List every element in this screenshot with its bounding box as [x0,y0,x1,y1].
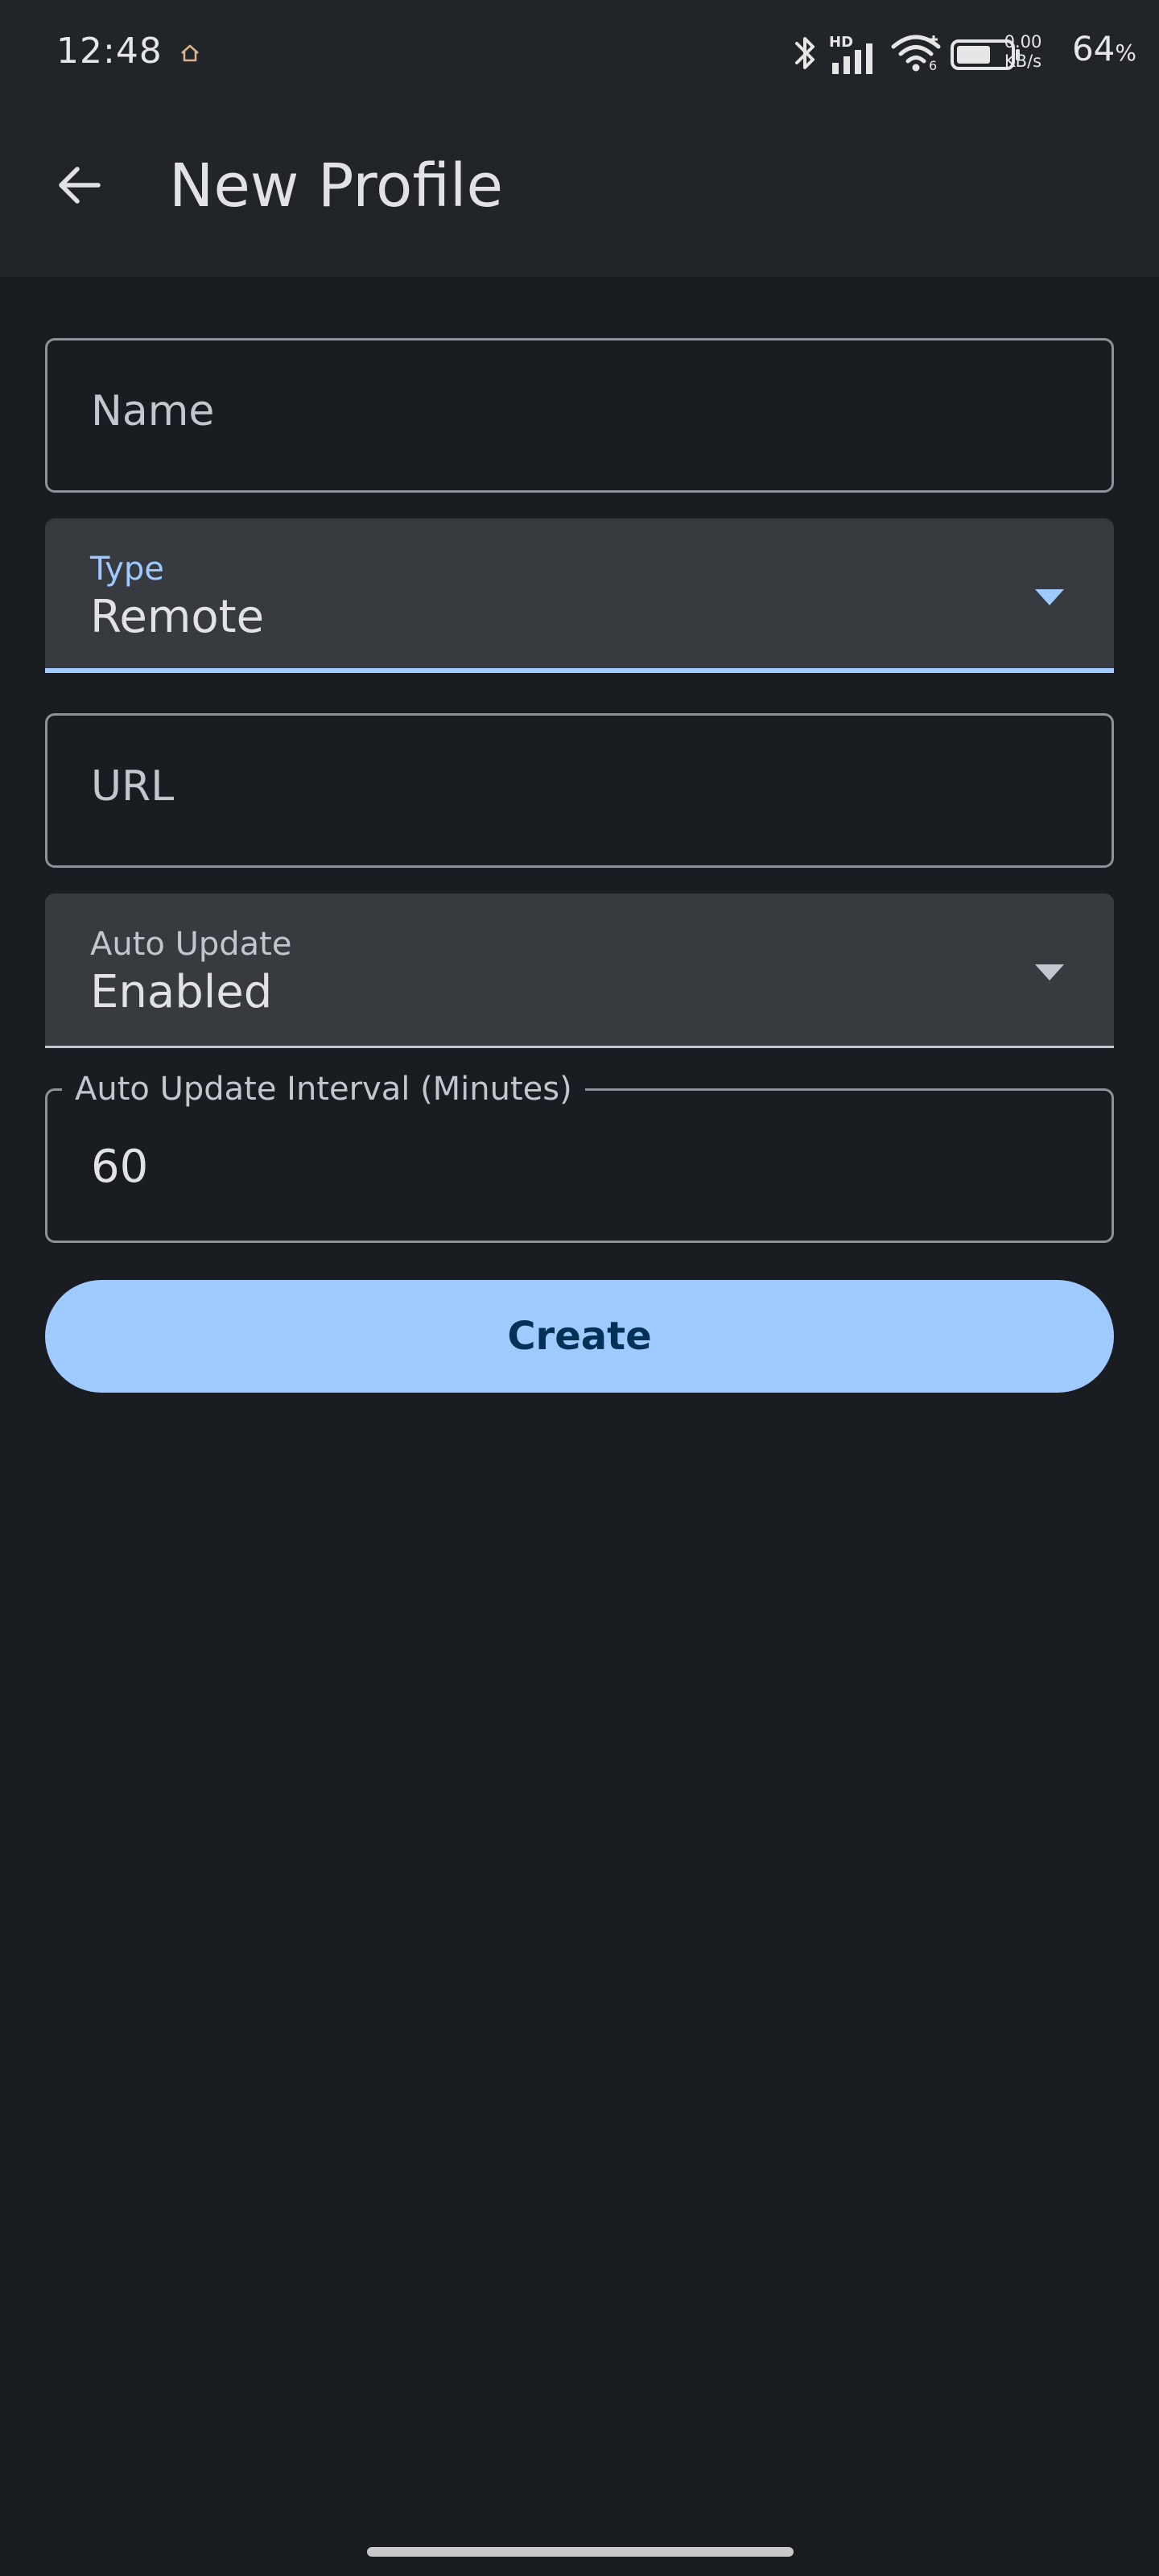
create-button[interactable]: Create [45,1280,1114,1393]
battery-percent: 64% [1046,29,1159,68]
interval-value: 60 [91,1141,149,1193]
url-placeholder: URL [91,762,175,811]
url-field[interactable]: URL [45,713,1114,868]
type-label: Type [90,551,164,588]
gesture-navigation-handle[interactable] [367,2547,794,2557]
bluetooth-icon [795,37,815,69]
page-title: New Profile [169,151,504,221]
home-icon [181,44,199,62]
signal-icon [832,43,872,74]
auto-update-value: Enabled [90,966,273,1018]
battery-percent-sign: % [1115,39,1136,66]
auto-update-underline [45,1046,1114,1048]
back-button[interactable] [48,155,109,216]
name-placeholder: Name [91,387,215,436]
interval-label: Auto Update Interval (Minutes) [62,1068,585,1110]
type-select[interactable]: Type Remote [45,518,1114,673]
auto-update-select[interactable]: Auto Update Enabled [45,894,1114,1048]
battery-icon [951,39,1020,70]
arrow-back-icon [59,167,101,204]
dropdown-arrow-icon [1035,964,1064,980]
interval-field[interactable]: Auto Update Interval (Minutes) 60 [45,1068,1114,1243]
type-value: Remote [90,591,265,643]
wifi-badge: 6 [929,58,938,73]
auto-update-label: Auto Update [90,926,292,963]
battery-percent-value: 64 [1071,29,1116,68]
dropdown-arrow-icon [1035,589,1064,605]
name-field[interactable]: Name [45,338,1114,493]
status-icons: 0.00 KB/s HD 6 64% [708,29,1159,77]
status-time: 12:48 [56,31,163,72]
type-underline [45,668,1114,673]
